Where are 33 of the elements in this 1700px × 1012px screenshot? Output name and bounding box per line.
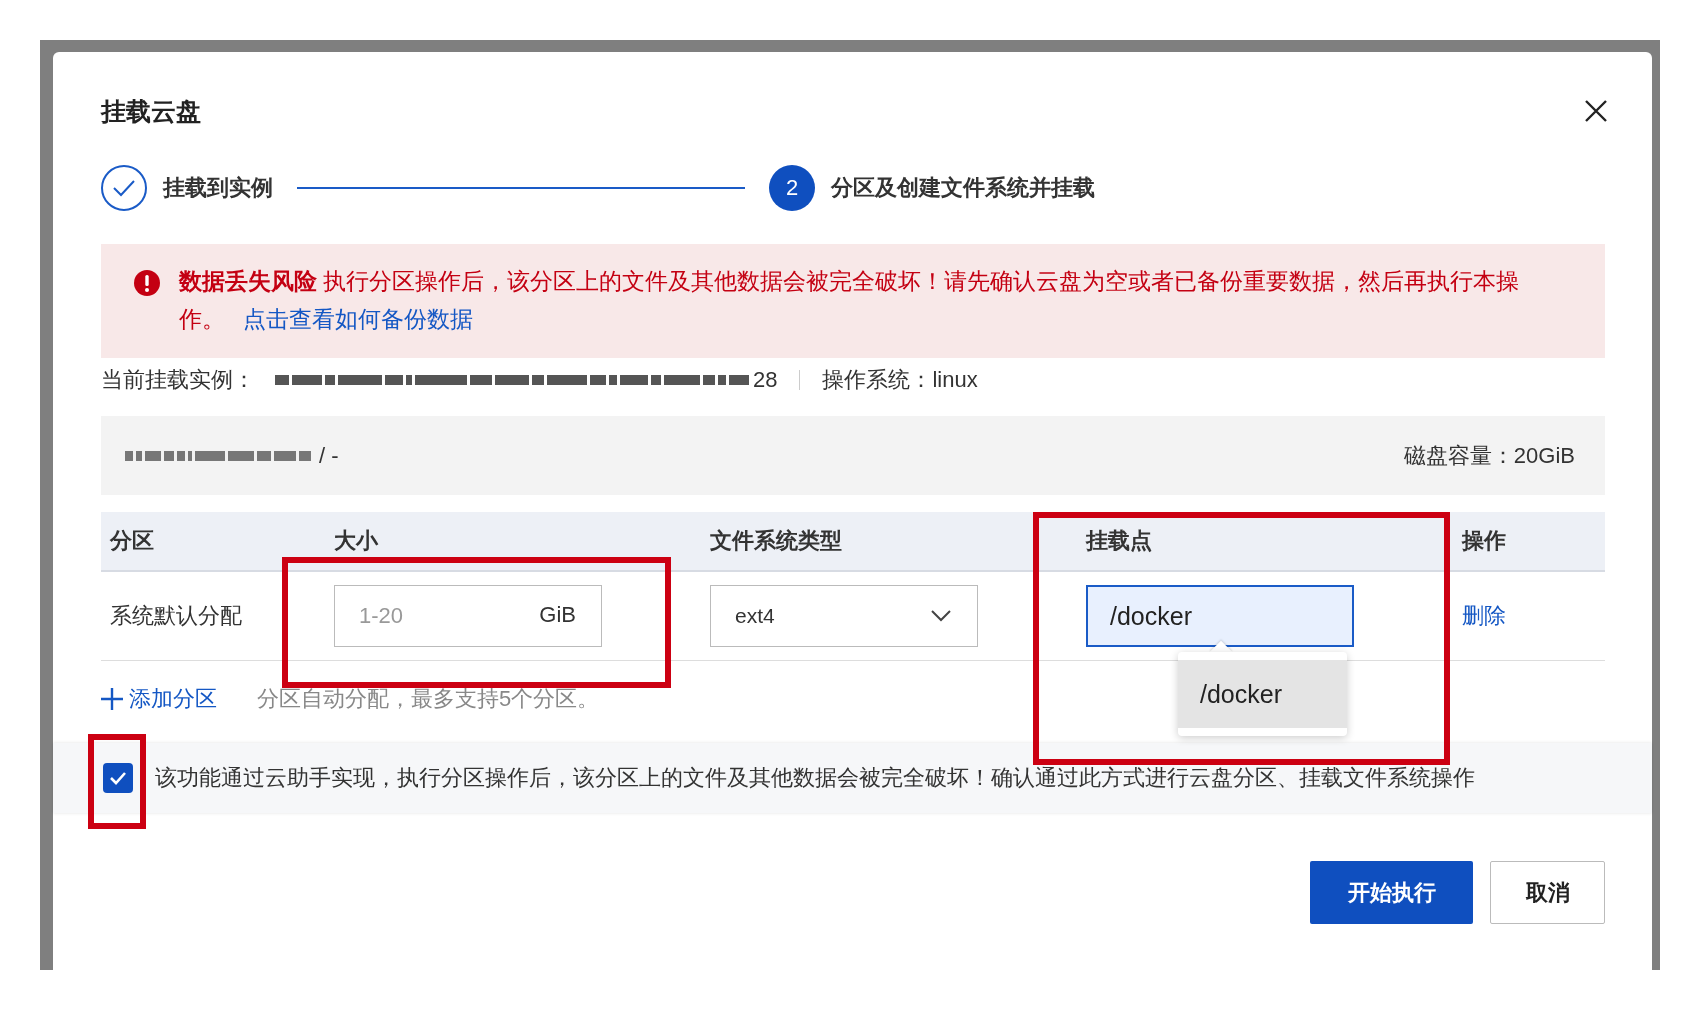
hint-text: 分区自动分配，最多支持5个分区。 (257, 684, 600, 713)
instance-label: 当前挂载实例： (101, 366, 255, 394)
mount-point-input[interactable]: /docker (1086, 585, 1354, 647)
plus-icon (101, 687, 123, 710)
step-number: 2 (769, 165, 815, 211)
delete-link[interactable]: 删除 (1462, 603, 1506, 628)
cancel-button[interactable]: 取消 (1490, 861, 1605, 924)
instance-id: 28 (753, 367, 778, 393)
backup-help-link[interactable]: 点击查看如何备份数据 (243, 307, 473, 332)
dialog-title: 挂载云盘 (101, 95, 201, 127)
confirm-text: 该功能通过云助手实现，执行分区操作后，该分区上的文件及其他数据会被完全破坏！确认通过此方式进行云盘分区、挂载文件系统操作 (155, 764, 1475, 792)
unit-label: GiB (539, 602, 576, 628)
column-header: 分区 (110, 527, 154, 555)
step-label: 挂载到实例 (163, 174, 273, 202)
disk-capacity: 磁盘容量：20GiB (1403, 441, 1575, 470)
error-icon (133, 269, 161, 297)
add-partition-button[interactable]: 添加分区 (101, 683, 217, 714)
warning-text: 数据丢失风险 执行分区操作后，该分区上的文件及其他数据会被完全破坏！请先确认云盘为空或者已备份重要数据，然后再执行本操作。 点击查看如何备份数据 (179, 268, 1521, 334)
filesystem-select[interactable]: ext4 (710, 585, 978, 647)
column-header: 操作 (1462, 527, 1506, 555)
column-header: 挂载点 (1086, 527, 1152, 555)
checkmark-icon (109, 771, 127, 785)
close-icon[interactable] (1583, 98, 1609, 124)
disk-name: / - (319, 442, 339, 469)
os-label: 操作系统：linux (822, 366, 978, 394)
checkbox[interactable] (103, 763, 133, 793)
step-label: 分区及创建文件系统并挂载 (831, 174, 1095, 202)
start-button[interactable]: 开始执行 (1310, 861, 1473, 924)
column-header: 文件系统类型 (710, 527, 842, 555)
dropdown-option[interactable]: /docker (1178, 660, 1347, 728)
column-header: 大小 (334, 527, 378, 555)
table-cell-text: 系统默认分配 (110, 602, 242, 630)
chevron-down-icon (931, 610, 951, 622)
